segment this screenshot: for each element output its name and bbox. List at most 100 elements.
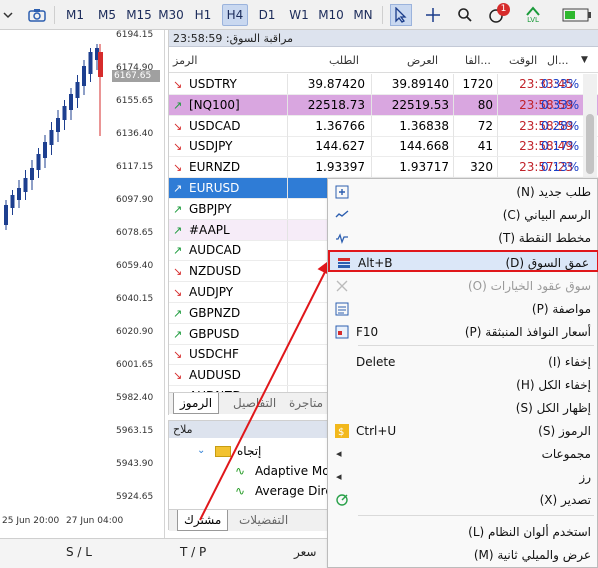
price-chart[interactable]: 6194.15 6174.90 6155.65 6136.40 6117.15 6097.… bbox=[0, 30, 165, 538]
market-watch-title: مراقبة السوق: 23:58:59 bbox=[169, 30, 598, 47]
indicator-item[interactable]: ∿ Average Dire bbox=[235, 481, 333, 501]
symbols-icon: $ bbox=[334, 423, 350, 439]
arrow-up-icon: ↗ bbox=[173, 244, 183, 258]
price-axis-label: 6040.15 bbox=[116, 294, 154, 304]
timeframe-mn[interactable]: MN bbox=[350, 4, 376, 26]
price-axis-label: 6020.90 bbox=[116, 327, 154, 337]
chevron-down-icon[interactable]: ⌄ bbox=[197, 441, 211, 461]
symbol-row[interactable]: ↘ USDTRY 39.87420 39.89140 1720 23:33:45 0.33% bbox=[169, 74, 598, 95]
tab-details[interactable]: التفاصيل bbox=[227, 393, 282, 414]
export-icon bbox=[334, 492, 350, 508]
level-signal-icon[interactable]: LVL bbox=[520, 4, 546, 26]
menu-item[interactable]: ◂ رز bbox=[328, 466, 598, 488]
symbol-cell: ↘ USDJPY bbox=[173, 136, 285, 156]
arrow-up-icon: ↗ bbox=[173, 202, 183, 216]
column-spread[interactable]: الفا... bbox=[465, 48, 491, 73]
symbol-row[interactable]: ↗ [NQ100] 22518.73 22519.53 80 23:58:59 0.33% bbox=[169, 94, 598, 116]
spread-cell: 72 bbox=[453, 115, 497, 136]
price-axis-label: 5943.90 bbox=[116, 459, 154, 469]
menu-item[interactable]: مواصفة (P) bbox=[328, 298, 598, 320]
column-change[interactable]: ال... bbox=[547, 48, 569, 73]
timeframe-m15[interactable]: M15 bbox=[124, 4, 154, 26]
indicator-item[interactable]: ∿ Adaptive Mo bbox=[235, 461, 330, 481]
menu-item[interactable]: تصدير (X) bbox=[328, 489, 598, 511]
menu-item[interactable]: F10 أسعار النوافذ المنبثقة (P) bbox=[328, 321, 598, 343]
menu-item-label: مخطط النقطة (T) bbox=[498, 231, 591, 245]
price-axis-label: 6194.15 bbox=[116, 30, 154, 40]
menu-item[interactable]: إخفاء الكل (H) bbox=[328, 374, 598, 396]
indicator-icon: ∿ bbox=[235, 484, 246, 498]
notifications-icon[interactable]: 1 bbox=[484, 3, 510, 26]
cursor-tool-icon[interactable] bbox=[390, 4, 412, 26]
column-menu-icon[interactable]: ▼ bbox=[581, 48, 588, 73]
symbol-cell: ↘ EURNZD bbox=[173, 157, 285, 177]
tab-trading[interactable]: متاجرة bbox=[283, 393, 329, 414]
dropdown-chevron-icon[interactable] bbox=[0, 4, 16, 26]
column-bid[interactable]: الطلب bbox=[329, 48, 359, 73]
candle-body bbox=[49, 130, 54, 145]
change-cell: 0.33% bbox=[541, 97, 580, 112]
bid-cell: 144.627 bbox=[287, 136, 369, 157]
specification-icon bbox=[334, 301, 350, 317]
search-icon[interactable] bbox=[454, 4, 476, 26]
notification-badge: 1 bbox=[497, 3, 510, 16]
timeframe-m5[interactable]: M5 bbox=[94, 4, 120, 26]
menu-item-label: أسعار النوافذ المنبثقة (P) bbox=[464, 325, 591, 339]
bid-cell: 22518.73 bbox=[287, 94, 369, 115]
menu-item-label: استخدم ألوان النظام (L) bbox=[468, 525, 591, 539]
ask-cell: 1.93717 bbox=[371, 157, 453, 178]
tab-subscribed[interactable]: مشترك bbox=[177, 510, 229, 531]
column-time[interactable]: الوقت bbox=[509, 48, 537, 73]
timeframe-m1[interactable]: M1 bbox=[62, 4, 88, 26]
menu-item[interactable]: Alt+B عمق السوق (D) bbox=[328, 250, 598, 272]
navigator-folder[interactable]: ⌄ إتجاه bbox=[197, 441, 261, 461]
menu-item[interactable]: استخدم ألوان النظام (L) bbox=[328, 521, 598, 543]
symbol-row[interactable]: ↘ EURNZD 1.93397 1.93717 320 23:57:23 0.13% bbox=[169, 157, 598, 179]
tab-symbols[interactable]: الرموز bbox=[173, 393, 220, 414]
timeframe-h4[interactable]: H4 bbox=[222, 4, 248, 26]
symbol-name: AUDUSD bbox=[189, 368, 241, 383]
screenshot-camera-icon[interactable] bbox=[26, 4, 48, 26]
menu-item[interactable]: Delete إخفاء (I) bbox=[328, 351, 598, 373]
scrollbar-thumb[interactable] bbox=[586, 114, 594, 174]
menu-item[interactable]: عرض والميلي ثانية (M) bbox=[328, 544, 598, 566]
menu-item[interactable]: مخطط النقطة (T) bbox=[328, 227, 598, 249]
symbol-cell: ↘ USDCAD bbox=[173, 116, 285, 136]
battery-icon bbox=[562, 4, 592, 26]
timeframe-d1[interactable]: D1 bbox=[254, 4, 280, 26]
context-menu: طلب جديد (N) الرسم البياني (C) مخطط النقطة… bbox=[327, 178, 598, 568]
symbol-name: AUDCAD bbox=[189, 243, 242, 258]
menu-item-label: سوق عقود الخيارات (O) bbox=[467, 279, 591, 293]
arrow-down-icon: ↘ bbox=[173, 140, 183, 154]
menu-item-label: الرموز (S) bbox=[538, 424, 591, 438]
candle-body bbox=[10, 195, 15, 208]
menu-item[interactable]: الرسم البياني (C) bbox=[328, 204, 598, 226]
menu-item[interactable]: $ Ctrl+U الرموز (S) bbox=[328, 420, 598, 442]
symbol-name: GBPJPY bbox=[189, 201, 232, 216]
menu-item[interactable]: ◂ مجموعات bbox=[328, 443, 598, 465]
price-axis-label: 6117.15 bbox=[116, 162, 154, 172]
symbol-name: [NQ100] bbox=[189, 97, 240, 112]
svg-text:$: $ bbox=[338, 427, 344, 438]
symbol-row[interactable]: ↘ USDCAD 1.36766 1.36838 72 23:58:59 0.28% bbox=[169, 115, 598, 137]
timeframe-m10[interactable]: M10 bbox=[316, 4, 346, 26]
timeframe-h1[interactable]: H1 bbox=[190, 4, 216, 26]
symbol-row[interactable]: ↘ USDJPY 144.627 144.668 41 23:58:49 0.17% bbox=[169, 136, 598, 158]
menu-item-label: عرض والميلي ثانية (M) bbox=[473, 548, 591, 562]
menu-item[interactable]: إظهار الكل (S) bbox=[328, 397, 598, 419]
column-symbol[interactable]: الرمز bbox=[173, 48, 197, 73]
candle-body bbox=[88, 52, 93, 74]
menu-item-label: إظهار الكل (S) bbox=[515, 401, 591, 415]
tab-favorites[interactable]: التفضيلات bbox=[233, 510, 294, 531]
timeframe-m30[interactable]: M30 bbox=[156, 4, 186, 26]
menu-item-label: إخفاء الكل (H) bbox=[516, 378, 591, 392]
crosshair-icon[interactable] bbox=[422, 4, 444, 26]
menu-item[interactable]: طلب جديد (N) bbox=[328, 181, 598, 203]
timeframe-w1[interactable]: W1 bbox=[286, 4, 312, 26]
column-ask[interactable]: العرض bbox=[407, 48, 438, 73]
price-axis-label: 5924.65 bbox=[116, 492, 154, 502]
menu-item-label: مواصفة (P) bbox=[531, 302, 591, 316]
menu-shortcut: Delete bbox=[356, 355, 396, 369]
arrow-up-icon: ↗ bbox=[173, 182, 183, 195]
ask-cell: 39.89140 bbox=[371, 74, 453, 94]
